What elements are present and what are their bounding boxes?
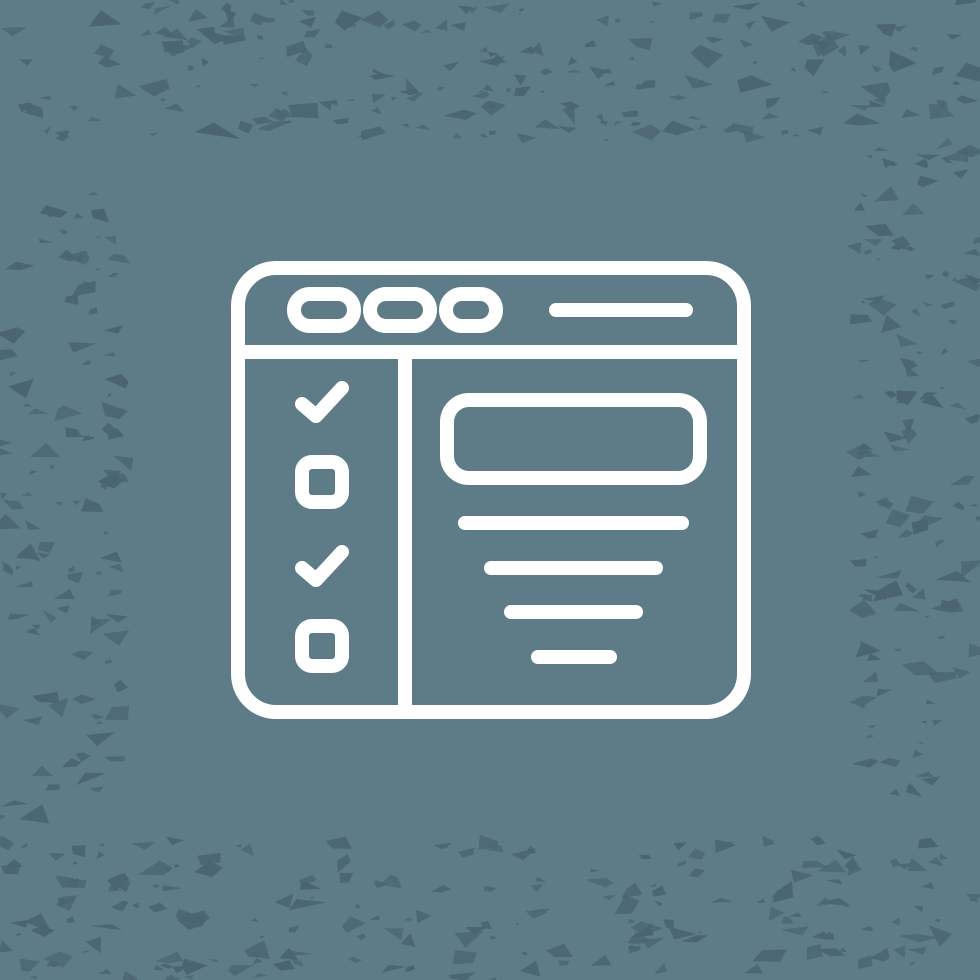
texture-fleck — [161, 40, 184, 53]
textured-background — [0, 0, 980, 980]
texture-fleck — [288, 102, 319, 119]
icon-canvas — [0, 0, 980, 980]
background-fill — [0, 0, 980, 980]
